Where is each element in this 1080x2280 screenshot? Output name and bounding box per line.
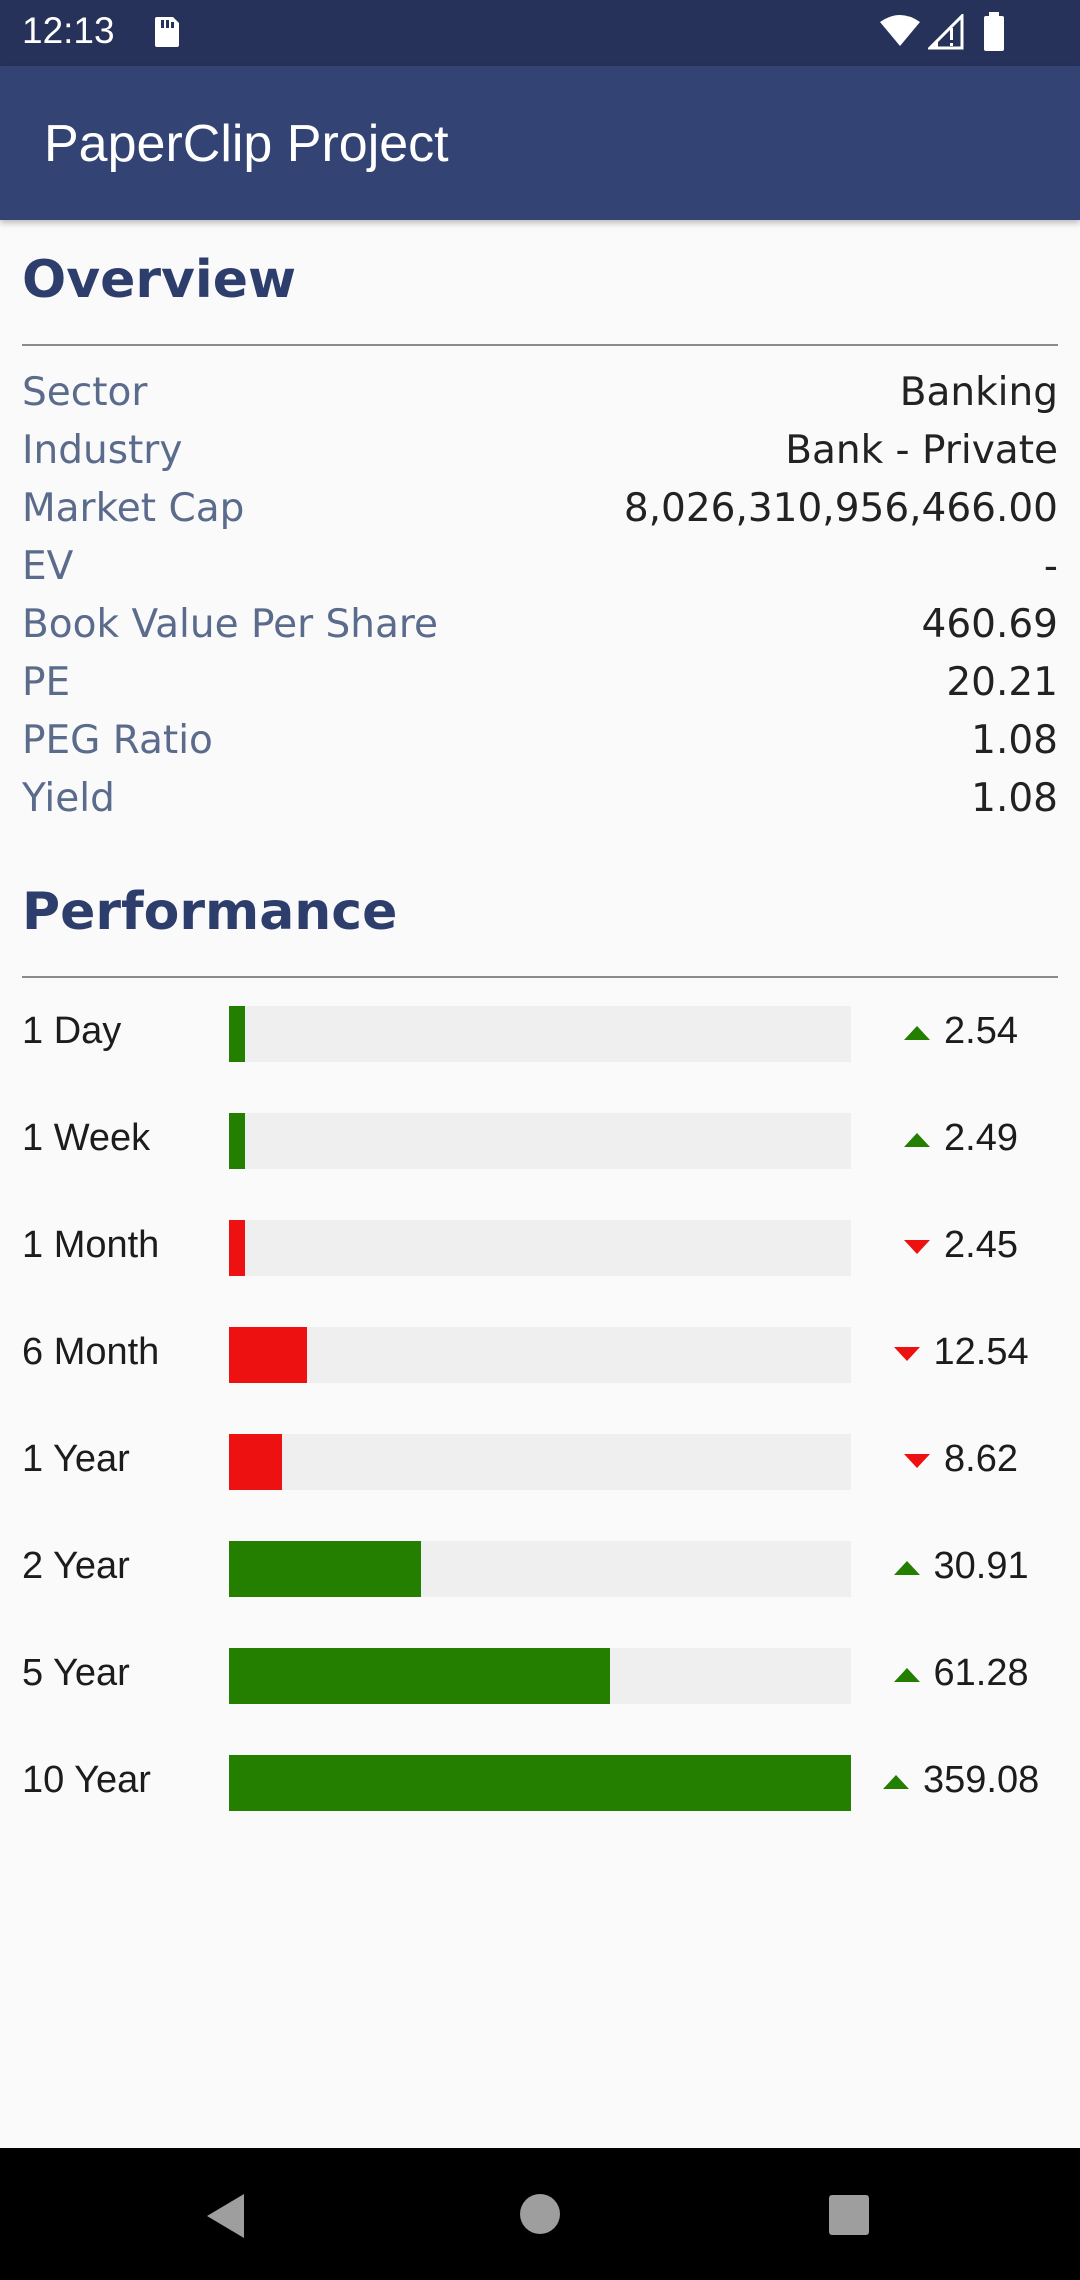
overview-row-peg-ratio: PEG Ratio 1.08 [22,718,1058,776]
performance-bar-track [229,1541,851,1597]
arrow-down-icon [893,1347,920,1361]
arrow-up-icon [893,1561,920,1575]
performance-bar-track [229,1006,851,1062]
arrow-down-icon [904,1454,930,1468]
performance-row: 1 Day 2.54 [22,1006,1058,1062]
performance-period-label: 1 Day [22,1010,122,1052]
performance-row: 2 Year 30.91 [22,1541,1058,1597]
performance-row: 1 Week 2.49 [22,1113,1058,1169]
sd-card-icon [155,17,179,47]
row-label: EV [22,544,74,589]
row-value: Banking [899,370,1058,415]
row-value: 20.21 [946,660,1058,705]
performance-period-label: 1 Year [22,1438,130,1480]
navigation-bar [0,2148,1080,2280]
arrow-down-icon [904,1240,930,1254]
performance-bar-fill [229,1327,307,1383]
performance-bar-fill [229,1648,610,1704]
overview-row-pe: PE 20.21 [22,660,1058,718]
performance-value: 2.49 [944,1117,1018,1159]
performance-value: 30.91 [933,1545,1029,1587]
performance-period-label: 6 Month [22,1331,160,1373]
row-value: 8,026,310,956,466.00 [623,486,1058,531]
overview-row-yield: Yield 1.08 [22,776,1058,834]
performance-bar-track [229,1648,851,1704]
back-icon[interactable] [204,2192,248,2240]
status-time: 12:13 [22,10,115,51]
performance-bar-fill [229,1541,421,1597]
performance-value: 2.45 [944,1224,1018,1266]
row-label: PE [22,660,71,705]
performance-bar-track [229,1755,851,1811]
performance-bar-track [229,1327,851,1383]
performance-bar-fill [229,1006,245,1062]
row-label: Sector [22,370,148,415]
app-bar: PaperClip Project [0,66,1080,220]
home-icon[interactable] [518,2192,562,2236]
performance-title: Performance [22,882,398,942]
row-label: Yield [22,776,115,821]
signal-icon [928,14,964,50]
performance-value: 61.28 [933,1652,1029,1694]
arrow-up-icon [904,1026,930,1040]
performance-period-label: 1 Month [22,1224,160,1266]
performance-bar-track [229,1220,851,1276]
overview-title: Overview [22,250,297,310]
overview-row-industry: Industry Bank - Private [22,428,1058,486]
wifi-icon [880,15,920,46]
performance-bar-fill [229,1434,282,1490]
performance-period-label: 10 Year [22,1759,151,1801]
arrow-up-icon [883,1775,909,1789]
app-title: PaperClip Project [44,115,449,173]
performance-divider [22,976,1058,978]
row-label: Market Cap [22,486,245,531]
performance-bar-fill [229,1113,245,1169]
overview-row-market-cap: Market Cap 8,026,310,956,466.00 [22,486,1058,544]
arrow-up-icon [904,1133,930,1147]
row-value: 460.69 [921,602,1058,647]
performance-period-label: 1 Week [22,1117,151,1159]
performance-period-label: 2 Year [22,1545,130,1587]
performance-value: 359.08 [923,1759,1040,1801]
performance-row: 10 Year 359.08 [22,1755,1058,1811]
performance-value: 12.54 [933,1331,1029,1373]
row-value: 1.08 [971,718,1058,763]
row-value: 1.08 [971,776,1058,821]
performance-row: 1 Month 2.45 [22,1220,1058,1276]
performance-bar-track [229,1113,851,1169]
row-label: Industry [22,428,183,473]
performance-bar-track [229,1434,851,1490]
arrow-up-icon [893,1668,920,1682]
row-label: Book Value Per Share [22,602,439,647]
performance-value: 2.54 [944,1010,1018,1052]
row-value: - [1043,544,1058,589]
performance-bar-fill [229,1220,245,1276]
battery-icon [984,12,1004,51]
performance-row: 6 Month 12.54 [22,1327,1058,1383]
performance-row: 1 Year 8.62 [22,1434,1058,1490]
overview-row-book-value: Book Value Per Share 460.69 [22,602,1058,660]
overview-row-sector: Sector Banking [22,370,1058,428]
row-value: Bank - Private [785,428,1058,473]
overview-row-ev: EV - [22,544,1058,602]
performance-bar-fill [229,1755,851,1811]
performance-row: 5 Year 61.28 [22,1648,1058,1704]
recents-icon[interactable] [828,2194,870,2236]
performance-value: 8.62 [944,1438,1018,1480]
overview-divider [22,344,1058,346]
status-bar: 12:13 [0,0,1080,66]
row-label: PEG Ratio [22,718,213,763]
performance-period-label: 5 Year [22,1652,130,1694]
